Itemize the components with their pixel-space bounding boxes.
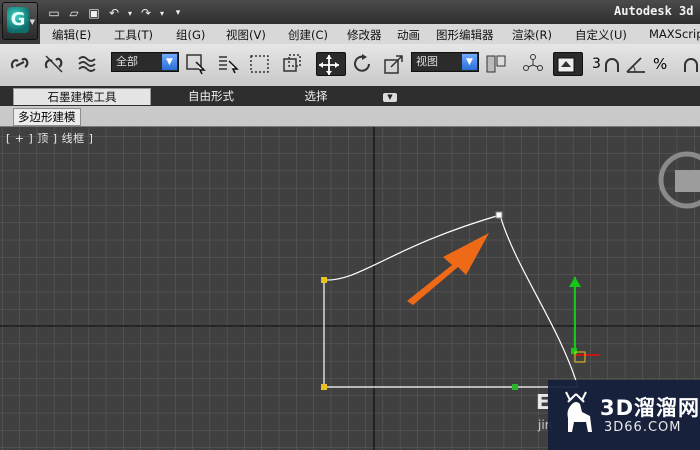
select-and-rotate-icon[interactable]	[350, 52, 374, 76]
ribbon: 石墨建模工具 自由形式 选择 ▼	[0, 86, 700, 106]
bind-to-space-warp-icon[interactable]	[76, 52, 100, 76]
tab-selection[interactable]: 选择	[296, 88, 336, 105]
menu-customize[interactable]: 自定义(U)	[575, 27, 627, 43]
deer-logo-icon	[565, 391, 592, 432]
title-bar: ▭ ▱ ▣ ↶ ▾ ↷ ▾ ▾ Autodesk 3d	[0, 0, 700, 24]
spinner-snap-toggle-icon[interactable]	[680, 52, 700, 76]
menu-modifiers[interactable]: 修改器	[347, 27, 382, 43]
new-file-icon[interactable]: ▭	[46, 6, 62, 21]
chevron-down-icon: ▼	[29, 18, 35, 26]
rectangular-selection-region-icon[interactable]	[248, 52, 272, 76]
tab-polygon-modeling[interactable]: 多边形建模	[13, 108, 81, 126]
watermark-url: 3D66.COM	[604, 420, 682, 435]
window-crossing-icon[interactable]	[280, 52, 304, 76]
angle-snap-toggle-icon[interactable]	[624, 52, 648, 76]
snaps-toggle-icon[interactable]	[600, 52, 624, 76]
watermark: 3D溜溜网 3D66.COM	[548, 380, 700, 450]
undo-icon[interactable]: ↶	[106, 6, 122, 21]
customize-icon[interactable]: ▾	[170, 6, 186, 21]
menu-rendering[interactable]: 渲染(R)	[512, 27, 552, 43]
menu-animation[interactable]: 动画	[397, 27, 420, 43]
save-icon[interactable]: ▣	[86, 6, 102, 21]
selected-vertex	[495, 211, 503, 219]
reference-coordinate-value: 视图	[416, 55, 438, 68]
open-file-icon[interactable]: ▱	[66, 6, 82, 21]
menu-maxscript[interactable]: MAXScript	[649, 27, 700, 41]
menu-group[interactable]: 组(G)	[176, 27, 205, 43]
select-and-link-icon[interactable]	[8, 52, 32, 76]
redo-dropdown-icon[interactable]: ▾	[158, 6, 166, 21]
select-object-icon[interactable]	[184, 52, 208, 76]
undo-dropdown-icon[interactable]: ▾	[126, 6, 134, 21]
chevron-down-icon: ▼	[462, 54, 477, 70]
percent-snap-toggle-icon[interactable]: %	[653, 52, 677, 76]
menu-views[interactable]: 视图(V)	[226, 27, 266, 43]
app-logo-icon: G	[7, 7, 29, 33]
quick-access-toolbar: ▭ ▱ ▣ ↶ ▾ ↷ ▾ ▾	[46, 4, 186, 22]
select-by-name-icon[interactable]	[216, 52, 240, 76]
selection-filter-value: 全部	[116, 55, 138, 68]
main-toolbar: 全部 ▼ 视图 ▼ 3 %	[0, 44, 700, 87]
pivot-point-center-icon[interactable]	[484, 52, 508, 76]
redo-icon[interactable]: ↷	[138, 6, 154, 21]
menu-edit[interactable]: 编辑(E)	[52, 27, 91, 43]
tab-graphite-modeling-tools[interactable]: 石墨建模工具	[13, 88, 151, 105]
application-button[interactable]: G ▼	[2, 2, 38, 40]
chevron-down-icon: ▼	[162, 54, 177, 70]
menu-create[interactable]: 创建(C)	[288, 27, 328, 43]
reference-coordinate-dropdown[interactable]: 视图 ▼	[411, 52, 479, 72]
viewport-label[interactable]: [ + ] 顶 ] 线框 ]	[6, 130, 93, 146]
select-and-scale-icon[interactable]	[382, 52, 406, 76]
select-and-move-icon[interactable]	[316, 52, 346, 76]
selection-filter-dropdown[interactable]: 全部 ▼	[111, 52, 179, 72]
keyboard-shortcut-override-icon[interactable]	[553, 52, 583, 76]
menu-tools[interactable]: 工具(T)	[114, 27, 153, 43]
menu-bar: 编辑(E) 工具(T) 组(G) 视图(V) 创建(C) 修改器 动画 图形编辑…	[40, 24, 700, 45]
app-title: Autodesk 3d	[614, 4, 694, 18]
watermark-title: 3D溜溜网	[600, 396, 700, 420]
ribbon-subpanel: 多边形建模	[0, 106, 700, 127]
unlink-selection-icon[interactable]	[42, 52, 66, 76]
vertex-green	[512, 384, 518, 390]
vertex-yellow	[321, 277, 327, 283]
tab-freeform[interactable]: 自由形式	[176, 88, 246, 105]
vertex-yellow	[321, 384, 327, 390]
ribbon-minimize-icon[interactable]: ▼	[383, 93, 397, 102]
select-and-manipulate-icon[interactable]	[521, 52, 545, 76]
menu-graph-editors[interactable]: 图形编辑器	[436, 27, 494, 43]
